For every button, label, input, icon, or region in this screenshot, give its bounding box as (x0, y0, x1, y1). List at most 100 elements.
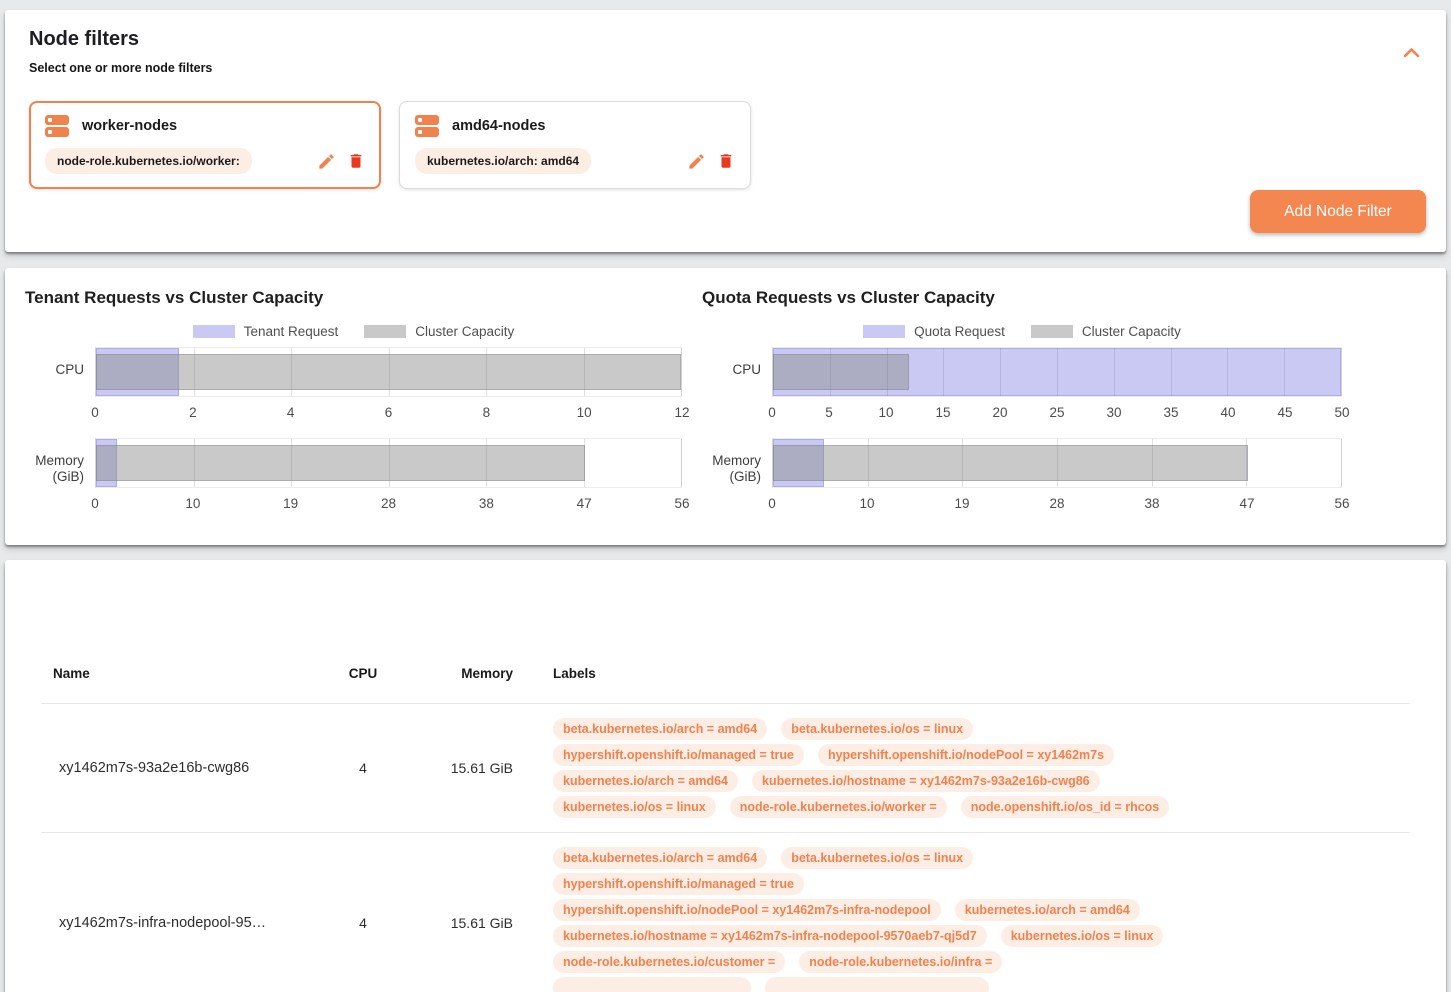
label-chip: kubernetes.io/arch = amd64 (553, 770, 738, 792)
filter-card-body: node-role.kubernetes.io/worker: (45, 148, 365, 174)
label-chip: hypershift.openshift.io/nodePool = xy146… (553, 899, 941, 921)
chart-row-main: 0101928384756 (95, 438, 682, 515)
label-chip: node-role.kubernetes.io/infra = (799, 951, 1002, 973)
table-row: xy1462m7s-93a2e16b-cwg86415.61 GiBbeta.k… (41, 704, 1410, 833)
trash-icon (347, 151, 365, 171)
axis-tick-label: 10 (577, 405, 592, 420)
axis-tick-label: 10 (859, 496, 874, 511)
chart-row-main: 05101520253035404550 (772, 347, 1342, 424)
capacity-bar (96, 445, 585, 481)
filter-expression-chip: node-role.kubernetes.io/worker: (45, 148, 252, 174)
chart-row-label: Memory (GiB) (702, 453, 772, 485)
filter-card-name: amd64-nodes (452, 118, 545, 134)
gridline (1000, 348, 1001, 396)
table-header-row: Name CPU Memory Labels (41, 666, 1410, 704)
gridline (291, 439, 292, 487)
label-chip: kubernetes.io/os = linux (553, 796, 716, 818)
axis-tick-label: 40 (1220, 405, 1235, 420)
axis-tick-label: 8 (483, 405, 491, 420)
filter-card-body: kubernetes.io/arch: amd64 (415, 148, 735, 174)
axis-tick-label: 10 (878, 405, 893, 420)
axis-tick-label: 25 (1049, 405, 1064, 420)
axis-tick-label: 2 (189, 405, 197, 420)
node-cpu-cell: 4 (333, 915, 393, 931)
axis-tick-label: 47 (1239, 496, 1254, 511)
legend-swatch (193, 325, 235, 338)
axis-tick-label: 38 (479, 496, 494, 511)
page-subtitle: Select one or more node filters (29, 61, 1422, 75)
label-chip: hypershift.openshift.io/managed = true (553, 744, 804, 766)
axis-tick-label: 19 (283, 496, 298, 511)
gridline (1246, 439, 1247, 487)
quota-chart: Quota Requests vs Cluster Capacity Quota … (682, 288, 1446, 515)
axis-tick-label: 30 (1106, 405, 1121, 420)
axis-ticks: 0101928384756 (772, 493, 1342, 515)
column-header-cpu: CPU (333, 666, 393, 681)
page-title: Node filters (29, 28, 1422, 51)
axis-tick-label: 50 (1334, 405, 1349, 420)
gridline (1152, 439, 1153, 487)
chart-title: Quota Requests vs Cluster Capacity (702, 288, 1342, 308)
chevron-up-icon (1403, 47, 1420, 58)
edit-filter-button[interactable] (317, 152, 336, 171)
chart-row-label: Memory (GiB) (25, 453, 95, 485)
node-memory-cell: 15.61 GiB (393, 760, 513, 776)
add-node-filter-button[interactable]: Add Node Filter (1250, 190, 1426, 233)
chart-row-label: CPU (702, 362, 772, 378)
label-chip: hypershift.openshift.io/nodePool = xy146… (818, 744, 1114, 766)
label-chip: beta.kubernetes.io/arch = amd64 (553, 718, 767, 740)
gridline (1114, 348, 1115, 396)
label-chip: kubernetes.io/hostname = xy1462m7s-infra… (553, 925, 987, 947)
legend-label: Cluster Capacity (1082, 324, 1181, 339)
gridline (1341, 439, 1342, 487)
filter-card-list: worker-nodesnode-role.kubernetes.io/work… (29, 101, 1422, 189)
node-labels-cell: beta.kubernetes.io/arch = amd64beta.kube… (513, 718, 1410, 818)
axis-tick-label: 20 (992, 405, 1007, 420)
edit-filter-button[interactable] (687, 152, 706, 171)
column-header-name: Name (41, 666, 333, 681)
node-icon-row (45, 127, 69, 137)
axis-tick-label: 0 (91, 405, 99, 420)
column-header-labels: Labels (513, 666, 1410, 681)
chart-row-memory: Memory (GiB)0101928384756 (25, 438, 682, 515)
axis-tick-label: 28 (381, 496, 396, 511)
gridline (962, 439, 963, 487)
gridline (486, 439, 487, 487)
filter-expression-chip: kubernetes.io/arch: amd64 (415, 148, 591, 174)
node-filter-card[interactable]: amd64-nodes kubernetes.io/arch: amd64 (399, 101, 751, 189)
axis-tick-label: 45 (1277, 405, 1292, 420)
trash-icon (717, 151, 735, 171)
axis-tick-label: 35 (1163, 405, 1178, 420)
legend-item: Tenant Request (193, 324, 339, 339)
node-name-cell: xy1462m7s-infra-nodepool-95… (41, 915, 333, 931)
axis-tick-label: 38 (1144, 496, 1159, 511)
delete-filter-button[interactable] (347, 151, 365, 171)
node-name-cell: xy1462m7s-93a2e16b-cwg86 (41, 760, 333, 776)
label-chip: node.openshift.io/os_id = rhcos (961, 796, 1170, 818)
label-chip: node-role.kubernetes.io/customer = (553, 951, 785, 973)
gridline (681, 439, 682, 487)
chart-plot-area (95, 438, 682, 488)
node-group-icon (415, 115, 439, 137)
label-chip: node-role.kubernetes.io/worker = (730, 796, 947, 818)
legend-label: Cluster Capacity (415, 324, 514, 339)
gridline (1227, 348, 1228, 396)
capacity-bar (773, 445, 1248, 481)
node-filter-card[interactable]: worker-nodesnode-role.kubernetes.io/work… (29, 101, 381, 189)
axis-tick-label: 0 (768, 405, 776, 420)
gridline (1341, 348, 1342, 396)
legend-label: Tenant Request (244, 324, 339, 339)
node-labels-cell: beta.kubernetes.io/arch = amd64beta.kube… (513, 847, 1410, 992)
label-chip: kubernetes.io/hostname = xy1462m7s-93a2e… (752, 770, 1100, 792)
gridline (584, 348, 585, 396)
tenant-chart: Tenant Requests vs Cluster CapacityTenan… (5, 288, 682, 515)
chart-row-label: CPU (25, 362, 95, 378)
chart-plot-area (772, 438, 1342, 488)
axis-tick-label: 10 (185, 496, 200, 511)
delete-filter-button[interactable] (717, 151, 735, 171)
axis-ticks: 0101928384756 (95, 493, 682, 515)
capacity-bar (773, 354, 909, 390)
legend-item: Quota Request (863, 324, 1005, 339)
collapse-section-button[interactable] (1403, 46, 1420, 61)
chart-legend: Quota Request Cluster Capacity (702, 324, 1342, 339)
